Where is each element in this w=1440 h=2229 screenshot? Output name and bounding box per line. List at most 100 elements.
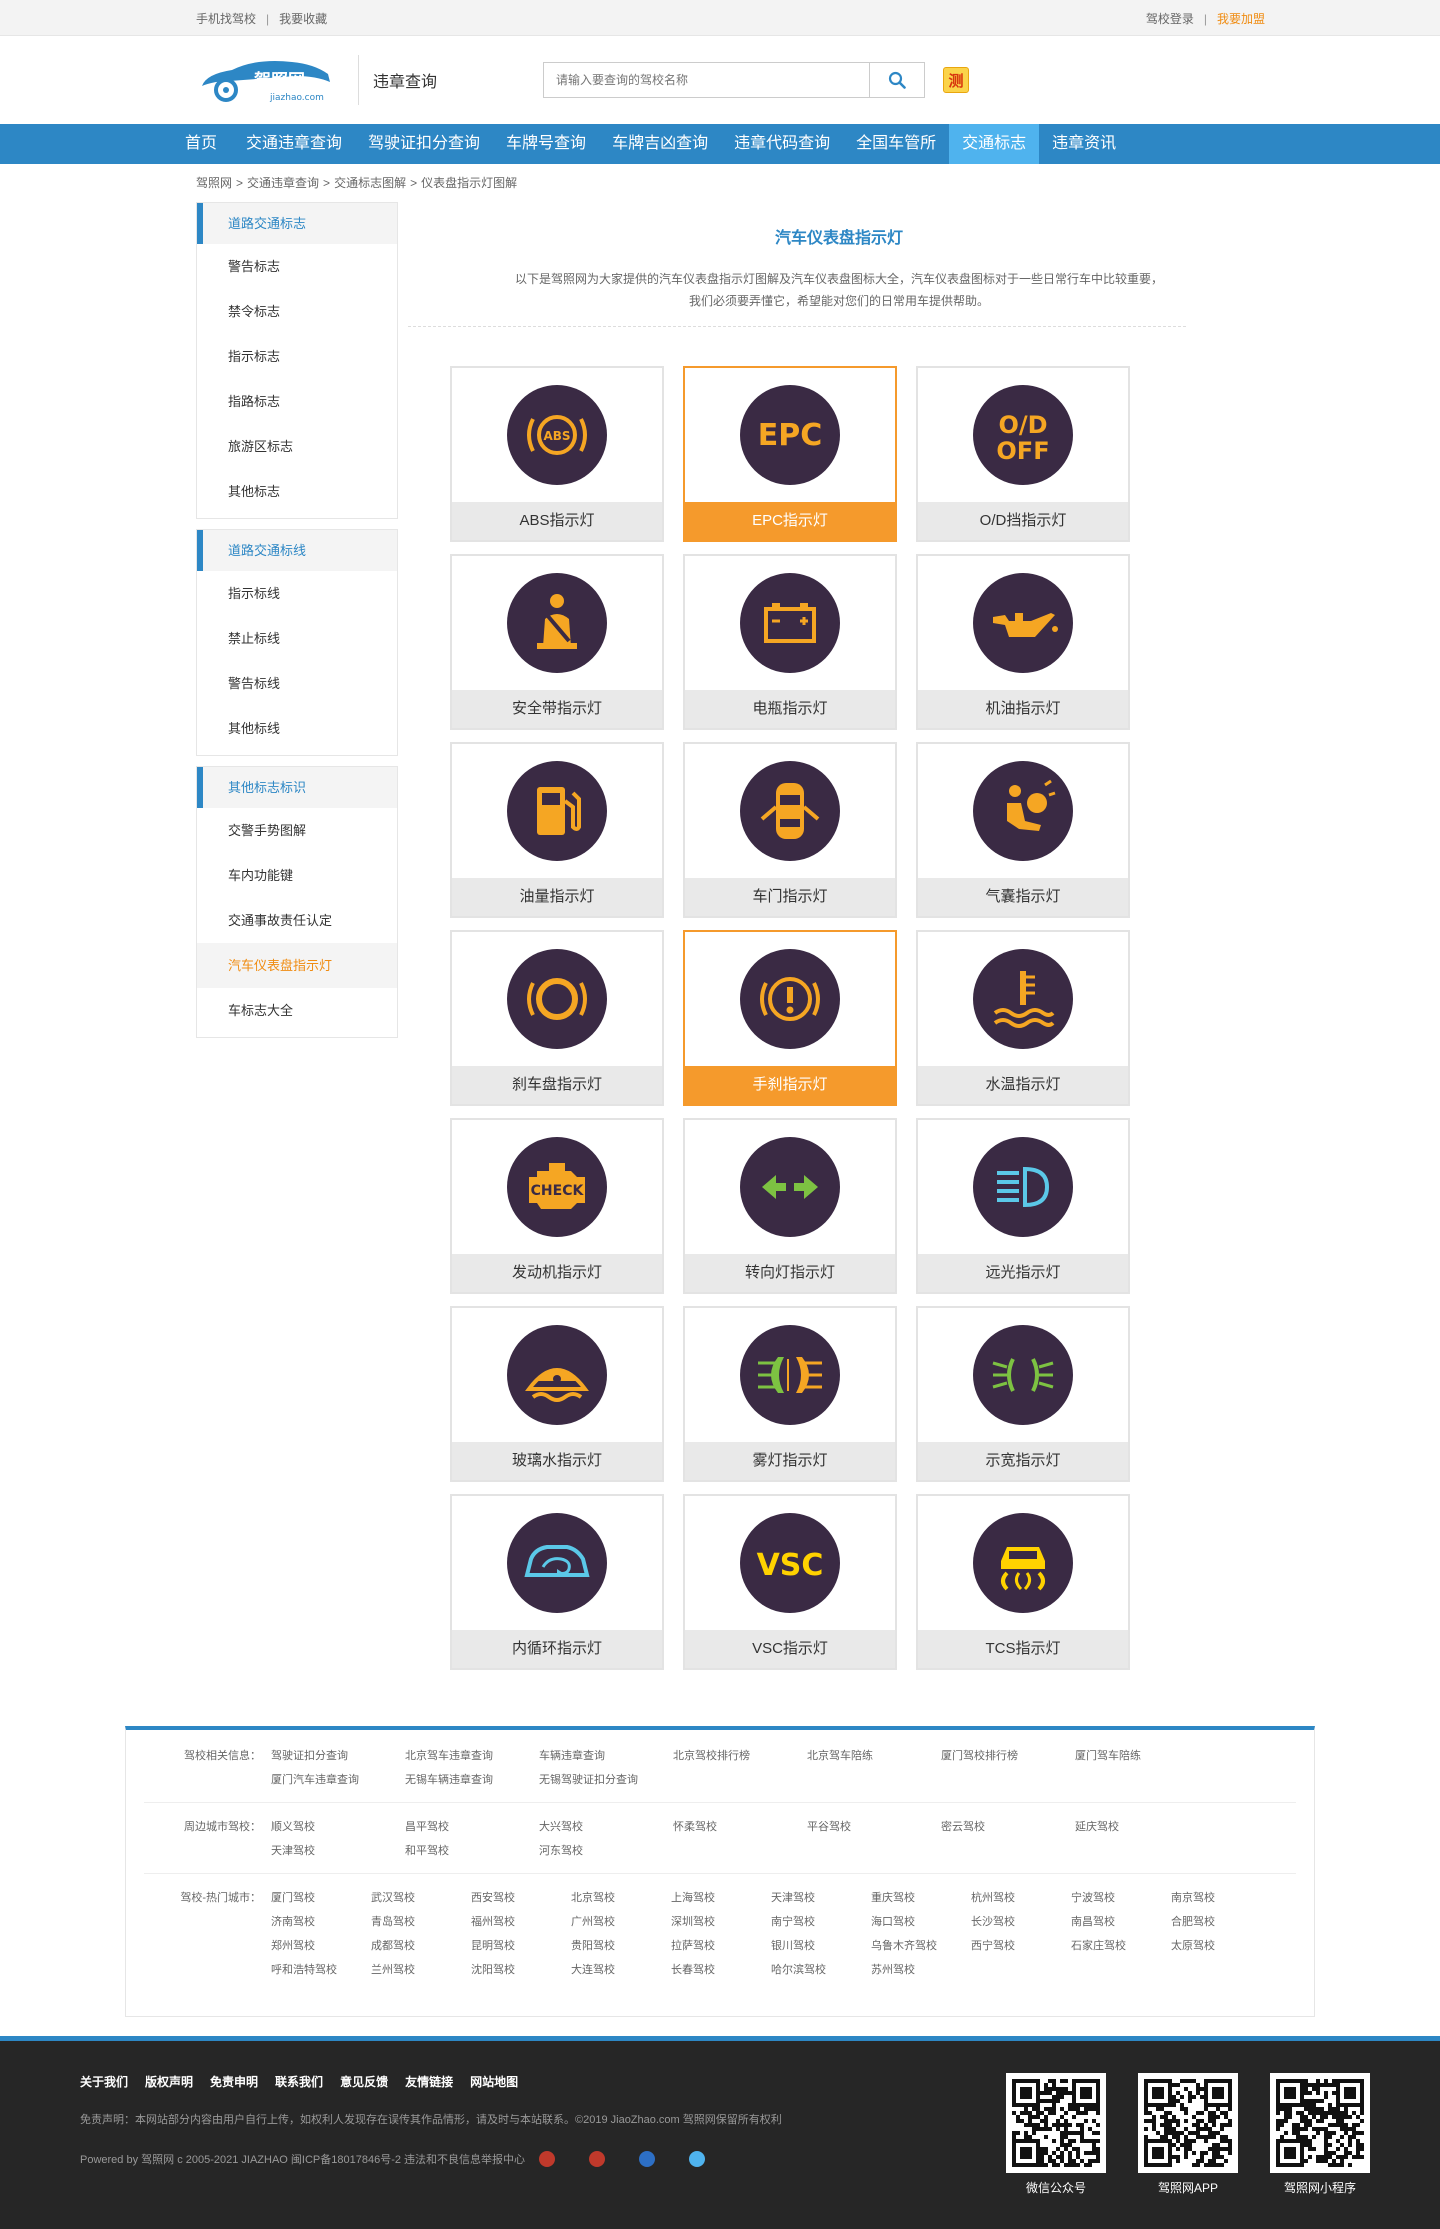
test-badge[interactable]: 测	[943, 67, 969, 93]
footer-link[interactable]: 海口驾校	[871, 1910, 971, 1934]
indicator-card[interactable]: 远光指示灯	[916, 1118, 1130, 1294]
mobile-find-school-link[interactable]: 手机找驾校	[196, 12, 256, 26]
footer-link[interactable]: 济南驾校	[271, 1910, 371, 1934]
indicator-card[interactable]: 刹车盘指示灯	[450, 930, 664, 1106]
footer-link[interactable]: 顺义驾校	[271, 1815, 405, 1839]
sidebar-item[interactable]: 警告标线	[197, 661, 397, 706]
footer-link[interactable]: 和平驾校	[405, 1839, 539, 1863]
footer-link[interactable]: 哈尔滨驾校	[771, 1958, 871, 1982]
sidebar-item[interactable]: 汽车仪表盘指示灯	[197, 943, 397, 988]
sidebar-item[interactable]: 交通事故责任认定	[197, 898, 397, 943]
indicator-card[interactable]: 机油指示灯	[916, 554, 1130, 730]
footer-link[interactable]: 车辆违章查询	[539, 1744, 673, 1768]
footer-link[interactable]: 驾驶证扣分查询	[271, 1744, 405, 1768]
sidebar-item[interactable]: 指示标线	[197, 571, 397, 616]
footer-link[interactable]: 太原驾校	[1171, 1934, 1271, 1958]
footer-link[interactable]: 福州驾校	[471, 1910, 571, 1934]
sidebar-item[interactable]: 车标志大全	[197, 988, 397, 1033]
indicator-card[interactable]: 电瓶指示灯	[683, 554, 897, 730]
search-button[interactable]	[869, 62, 925, 98]
footer-link[interactable]: 天津驾校	[271, 1839, 405, 1863]
sidebar-item[interactable]: 旅游区标志	[197, 424, 397, 469]
footer-link[interactable]: 厦门驾校排行榜	[941, 1744, 1075, 1768]
footer-link[interactable]: 乌鲁木齐驾校	[871, 1934, 971, 1958]
indicator-card[interactable]: 转向灯指示灯	[683, 1118, 897, 1294]
footer-link[interactable]: 深圳驾校	[671, 1910, 771, 1934]
footer-link[interactable]: 北京驾校排行榜	[673, 1744, 807, 1768]
indicator-card[interactable]: 安全带指示灯	[450, 554, 664, 730]
indicator-card[interactable]: O/D OFF O/D挡指示灯	[916, 366, 1130, 542]
footer-link[interactable]: 密云驾校	[941, 1815, 1075, 1839]
indicator-card[interactable]: 示宽指示灯	[916, 1306, 1130, 1482]
footer-link[interactable]: 北京驾车陪练	[807, 1744, 941, 1768]
indicator-card[interactable]: TCS指示灯	[916, 1494, 1130, 1670]
join-link[interactable]: 我要加盟	[1217, 12, 1265, 26]
cert-badge-icon[interactable]	[589, 2151, 606, 2167]
footer-link[interactable]: 合肥驾校	[1171, 1910, 1271, 1934]
footer-link[interactable]: 西安驾校	[471, 1886, 571, 1910]
footer-link[interactable]: 宁波驾校	[1071, 1886, 1171, 1910]
nav-item[interactable]: 违章资讯	[1039, 124, 1129, 164]
sidebar-group-title[interactable]: 其他标志标识	[197, 767, 397, 808]
footer-link[interactable]: 兰州驾校	[371, 1958, 471, 1982]
nav-item[interactable]: 车牌号查询	[493, 124, 599, 164]
footer-link[interactable]: 河东驾校	[539, 1839, 673, 1863]
nav-item[interactable]: 交通标志	[949, 124, 1040, 164]
indicator-card[interactable]: 内循环指示灯	[450, 1494, 664, 1670]
nav-item[interactable]: 驾驶证扣分查询	[355, 124, 493, 164]
nav-item[interactable]: 违章代码查询	[721, 124, 843, 164]
sidebar-group-title[interactable]: 道路交通标志	[197, 203, 397, 244]
footer-nav-link[interactable]: 关于我们	[80, 2073, 128, 2090]
sidebar-item[interactable]: 交警手势图解	[197, 808, 397, 853]
indicator-card[interactable]: 车门指示灯	[683, 742, 897, 918]
sidebar-item[interactable]: 指路标志	[197, 379, 397, 424]
sidebar-group-title[interactable]: 道路交通标线	[197, 530, 397, 571]
sidebar-item[interactable]: 指示标志	[197, 334, 397, 379]
breadcrumb-signs[interactable]: 交通标志图解	[334, 176, 406, 190]
footer-nav-link[interactable]: 网站地图	[470, 2073, 518, 2090]
footer-link[interactable]: 昌平驾校	[405, 1815, 539, 1839]
footer-link[interactable]: 延庆驾校	[1075, 1815, 1209, 1839]
footer-link[interactable]: 广州驾校	[571, 1910, 671, 1934]
footer-link[interactable]: 成都驾校	[371, 1934, 471, 1958]
indicator-card[interactable]: 玻璃水指示灯	[450, 1306, 664, 1482]
footer-link[interactable]: 厦门汽车违章查询	[271, 1768, 405, 1792]
footer-link[interactable]: 大连驾校	[571, 1958, 671, 1982]
sidebar-item[interactable]: 其他标线	[197, 706, 397, 751]
indicator-card[interactable]: 油量指示灯	[450, 742, 664, 918]
footer-link[interactable]: 青岛驾校	[371, 1910, 471, 1934]
footer-link[interactable]: 贵阳驾校	[571, 1934, 671, 1958]
footer-link[interactable]: 拉萨驾校	[671, 1934, 771, 1958]
footer-link[interactable]: 西宁驾校	[971, 1934, 1071, 1958]
footer-link[interactable]: 上海驾校	[671, 1886, 771, 1910]
footer-link[interactable]: 厦门驾车陪练	[1075, 1744, 1209, 1768]
footer-link[interactable]: 平谷驾校	[807, 1815, 941, 1839]
footer-link[interactable]: 北京驾车违章查询	[405, 1744, 539, 1768]
footer-nav-link[interactable]: 友情链接	[405, 2073, 453, 2090]
footer-nav-link[interactable]: 联系我们	[275, 2073, 323, 2090]
footer-link[interactable]: 南京驾校	[1171, 1886, 1271, 1910]
footer-nav-link[interactable]: 意见反馈	[340, 2073, 388, 2090]
footer-link[interactable]: 大兴驾校	[539, 1815, 673, 1839]
indicator-card[interactable]: 水温指示灯	[916, 930, 1130, 1106]
footer-link[interactable]: 天津驾校	[771, 1886, 871, 1910]
nav-item[interactable]: 交通违章查询	[233, 124, 355, 164]
footer-link[interactable]: 郑州驾校	[271, 1934, 371, 1958]
footer-link[interactable]: 长春驾校	[671, 1958, 771, 1982]
breadcrumb-violation[interactable]: 交通违章查询	[247, 176, 319, 190]
indicator-card[interactable]: 气囊指示灯	[916, 742, 1130, 918]
security-badge-icon[interactable]	[689, 2151, 706, 2167]
indicator-card[interactable]: 手刹指示灯	[683, 930, 897, 1106]
indicator-card[interactable]: ABS ABS指示灯	[450, 366, 664, 542]
nav-item[interactable]: 车牌吉凶查询	[599, 124, 721, 164]
sidebar-item[interactable]: 车内功能键	[197, 853, 397, 898]
footer-link[interactable]: 北京驾校	[571, 1886, 671, 1910]
footer-link[interactable]: 怀柔驾校	[673, 1815, 807, 1839]
footer-link[interactable]: 武汉驾校	[371, 1886, 471, 1910]
footer-nav-link[interactable]: 免责申明	[210, 2073, 258, 2090]
nav-item[interactable]: 首页	[170, 124, 233, 164]
footer-link[interactable]: 南昌驾校	[1071, 1910, 1171, 1934]
indicator-card[interactable]: VSC VSC指示灯	[683, 1494, 897, 1670]
footer-link[interactable]: 银川驾校	[771, 1934, 871, 1958]
report-badge-icon[interactable]	[639, 2151, 656, 2167]
